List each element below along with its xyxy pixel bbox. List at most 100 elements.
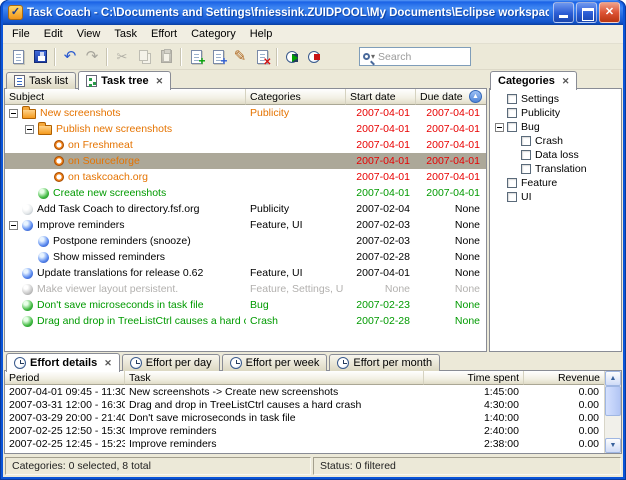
task-due-date: None xyxy=(416,249,486,265)
table-row[interactable]: Add Task Coach to directory.fsf.org Publ… xyxy=(5,201,486,217)
expander-icon[interactable] xyxy=(9,109,18,118)
edit-task-button[interactable] xyxy=(229,46,251,68)
table-row[interactable]: Publish new screenshots 2007-04-01 2007-… xyxy=(5,121,486,137)
task-led-icon xyxy=(38,188,49,199)
tab-close-icon[interactable]: ✕ xyxy=(562,76,570,87)
expander-icon[interactable] xyxy=(9,221,18,230)
tab-label: Categories xyxy=(498,75,555,87)
menu-view[interactable]: View xyxy=(70,26,108,42)
toolbar-separator xyxy=(54,48,56,66)
edit-task-icon xyxy=(234,49,247,64)
search-input[interactable] xyxy=(378,51,456,63)
category-item[interactable]: Settings xyxy=(490,92,621,106)
stop-effort-button[interactable] xyxy=(303,46,325,68)
column-header-start-date[interactable]: Start date xyxy=(346,89,416,105)
checkbox[interactable] xyxy=(507,108,517,118)
table-row[interactable]: Drag and drop in TreeListCtrl causes a h… xyxy=(5,313,486,329)
tab-effort-per-month[interactable]: Effort per month xyxy=(329,354,440,371)
category-item[interactable]: Publicity xyxy=(490,106,621,120)
effort-row[interactable]: 2007-03-31 12:00 - 16:30 Drag and drop i… xyxy=(5,398,604,411)
table-row[interactable]: Make viewer layout persistent. Feature, … xyxy=(5,281,486,297)
effort-row[interactable]: 2007-03-29 20:00 - 21:40 Don't save micr… xyxy=(5,411,604,424)
search-box[interactable]: ▾ xyxy=(359,47,471,66)
table-row[interactable]: Don't save microseconds in task file Bug… xyxy=(5,297,486,313)
table-row[interactable]: Improve reminders Feature, UI 2007-02-03… xyxy=(5,217,486,233)
task-due-date: None xyxy=(416,201,486,217)
minimize-button[interactable] xyxy=(553,2,574,23)
menu-category[interactable]: Category xyxy=(184,26,243,42)
task-categories: Feature, Settings, U xyxy=(246,281,346,297)
tab-close-icon[interactable]: ✕ xyxy=(104,358,112,369)
category-item[interactable]: Data loss xyxy=(490,148,621,162)
vertical-scrollbar[interactable]: ▲ ▼ xyxy=(604,371,621,453)
new-file-button[interactable] xyxy=(7,46,29,68)
column-header-subject[interactable]: Subject xyxy=(5,89,246,105)
checkbox[interactable] xyxy=(521,164,531,174)
cut-button[interactable] xyxy=(111,46,133,68)
task-categories: Crash xyxy=(246,313,346,329)
table-row[interactable]: Postpone reminders (snooze) 2007-02-03 N… xyxy=(5,233,486,249)
save-button[interactable] xyxy=(29,46,51,68)
copy-button[interactable] xyxy=(133,46,155,68)
new-task-button[interactable] xyxy=(185,46,207,68)
checkbox[interactable] xyxy=(521,136,531,146)
category-item[interactable]: Bug xyxy=(490,120,621,134)
checkbox[interactable] xyxy=(521,150,531,160)
task-clock-icon xyxy=(54,156,64,166)
tab-task-list[interactable]: Task list xyxy=(6,72,76,89)
maximize-button[interactable] xyxy=(576,2,597,23)
column-header-task[interactable]: Task xyxy=(125,371,424,385)
effort-row[interactable]: 2007-02-25 12:45 - 15:23 Improve reminde… xyxy=(5,437,604,450)
expander-icon[interactable] xyxy=(495,123,504,132)
redo-button[interactable] xyxy=(81,46,103,68)
table-row[interactable]: Update translations for release 0.62 Fea… xyxy=(5,265,486,281)
effort-row[interactable]: 2007-02-25 12:50 - 15:30 Improve reminde… xyxy=(5,424,604,437)
column-header-categories[interactable]: Categories xyxy=(246,89,346,105)
delete-task-button[interactable] xyxy=(251,46,273,68)
tab-effort-per-day[interactable]: Effort per day xyxy=(122,354,220,371)
table-row[interactable]: on taskcoach.org 2007-04-01 2007-04-01 xyxy=(5,169,486,185)
task-categories: Publicity xyxy=(246,105,346,121)
paste-button[interactable] xyxy=(155,46,177,68)
column-header-period[interactable]: Period xyxy=(5,371,125,385)
new-subtask-button[interactable] xyxy=(207,46,229,68)
start-effort-button[interactable] xyxy=(281,46,303,68)
scroll-down-icon[interactable]: ▼ xyxy=(605,438,621,453)
tab-effort-per-week[interactable]: Effort per week xyxy=(222,354,328,371)
undo-button[interactable] xyxy=(59,46,81,68)
menu-file[interactable]: File xyxy=(5,26,37,42)
table-row[interactable]: Create new screenshots 2007-04-01 2007-0… xyxy=(5,185,486,201)
menu-edit[interactable]: Edit xyxy=(37,26,70,42)
table-row-selected[interactable]: on Sourceforge 2007-04-01 2007-04-01 xyxy=(5,153,486,169)
tab-categories[interactable]: Categories ✕ xyxy=(490,71,577,90)
tab-effort-details[interactable]: Effort details ✕ xyxy=(6,353,120,372)
column-header-revenue[interactable]: Revenue xyxy=(524,371,604,385)
column-header-due-date[interactable]: Due date ▲ xyxy=(416,89,486,105)
menu-help[interactable]: Help xyxy=(243,26,280,42)
close-button[interactable]: ✕ xyxy=(599,2,620,23)
checkbox[interactable] xyxy=(507,192,517,202)
menu-task[interactable]: Task xyxy=(107,26,144,42)
effort-time-spent: 1:40:00 xyxy=(424,412,524,424)
checkbox[interactable] xyxy=(507,94,517,104)
tab-close-icon[interactable]: ✕ xyxy=(156,76,164,87)
table-row[interactable]: Show missed reminders 2007-02-28 None xyxy=(5,249,486,265)
scrollbar-thumb[interactable] xyxy=(605,386,621,416)
scroll-up-icon[interactable]: ▲ xyxy=(605,371,621,386)
tab-task-tree[interactable]: Task tree ✕ xyxy=(78,71,171,90)
category-item[interactable]: Feature xyxy=(490,176,621,190)
checkbox[interactable] xyxy=(507,122,517,132)
checkbox[interactable] xyxy=(507,178,517,188)
search-dropdown-icon[interactable]: ▾ xyxy=(371,52,375,61)
table-row[interactable]: on Freshmeat 2007-04-01 2007-04-01 xyxy=(5,137,486,153)
menu-effort[interactable]: Effort xyxy=(144,26,184,42)
effort-row[interactable]: 2007-04-01 09:45 - 11:30 New screenshots… xyxy=(5,385,604,398)
expander-icon[interactable] xyxy=(25,125,34,134)
category-label: Crash xyxy=(535,135,563,147)
category-item[interactable]: Crash xyxy=(490,134,621,148)
column-header-time-spent[interactable]: Time spent xyxy=(424,371,524,385)
table-row[interactable]: New screenshots Publicity 2007-04-01 200… xyxy=(5,105,486,121)
category-item[interactable]: Translation xyxy=(490,162,621,176)
titlebar[interactable]: ✓ Task Coach - C:\Documents and Settings… xyxy=(3,0,623,25)
category-item[interactable]: UI xyxy=(490,190,621,204)
